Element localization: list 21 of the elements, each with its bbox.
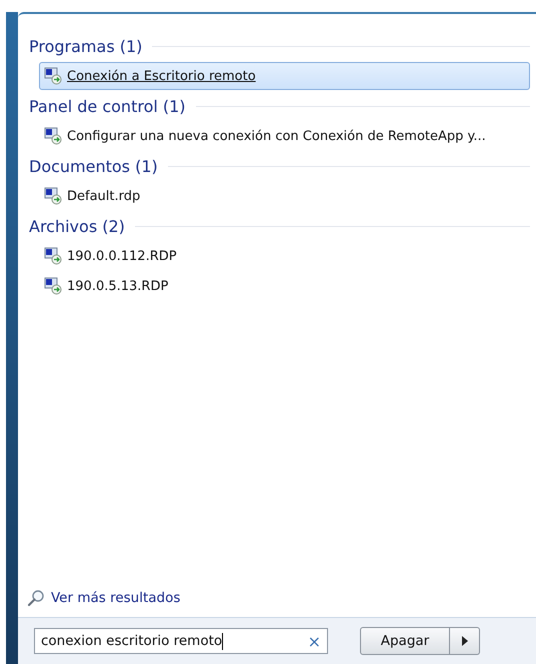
remote-desktop-icon [44,247,62,265]
caret-icon [462,636,468,646]
remote-desktop-icon [44,127,62,145]
remote-desktop-icon [44,277,62,295]
shutdown-options-button[interactable] [450,627,480,655]
search-icon [27,589,45,607]
more-results-link[interactable]: Ver más resultados [18,589,180,617]
shutdown-button[interactable]: Apagar [360,627,450,655]
clear-button[interactable]: × [308,632,321,650]
group-heading: Archivos (2) [29,216,125,236]
group-heading: Panel de control (1) [29,96,186,116]
remote-desktop-icon [44,187,62,205]
result-item[interactable]: 190.0.0.112.RDP [39,242,530,270]
result-item[interactable]: Configurar una nueva conexión con Conexión de RemoteApp y... [39,122,530,150]
result-item[interactable]: Default.rdp [39,182,530,210]
group-heading: Programas (1) [29,36,142,56]
result-item[interactable]: Conexión a Escritorio remoto [39,62,530,90]
result-item[interactable]: 190.0.5.13.RDP [39,272,530,300]
group-heading: Documentos (1) [29,156,158,176]
remote-desktop-icon [44,67,62,85]
search-field[interactable]: conexion escritorio remoto × [34,628,328,654]
